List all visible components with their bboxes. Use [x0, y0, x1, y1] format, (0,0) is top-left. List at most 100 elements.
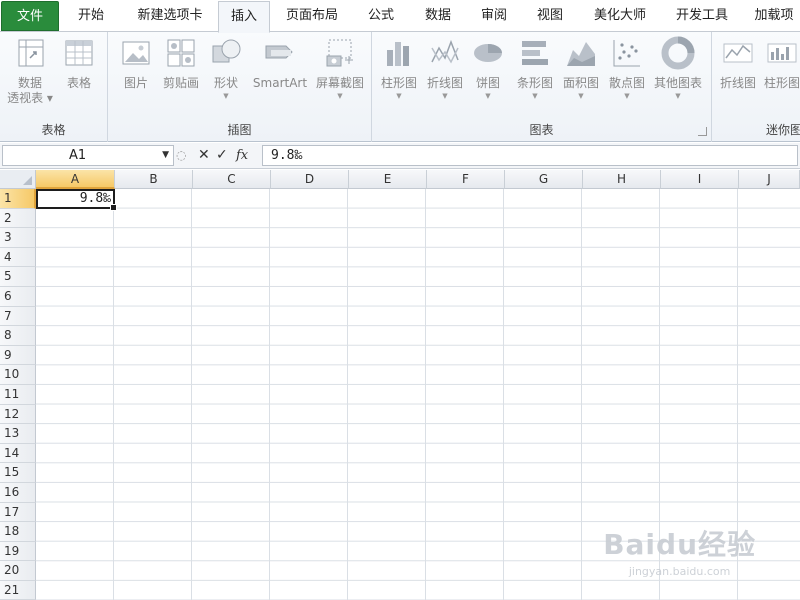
row-header-6[interactable]: 6: [0, 287, 36, 307]
table-button[interactable]: 表格: [56, 36, 102, 91]
clipart-button[interactable]: 剪贴画: [158, 36, 204, 91]
column-header-h[interactable]: H: [583, 170, 661, 189]
tab-page-layout[interactable]: 页面布局: [272, 0, 352, 32]
column-header-i[interactable]: I: [661, 170, 739, 189]
group-illustrations-label: 插图: [227, 123, 252, 137]
table-label: 表格: [66, 76, 91, 90]
column-header-c[interactable]: C: [193, 170, 271, 189]
row-header-5[interactable]: 5: [0, 267, 36, 287]
pie-chart-dropdown-icon: ▼: [485, 92, 491, 100]
row-header-10[interactable]: 10: [0, 365, 36, 385]
column-chart-dropdown-icon: ▼: [396, 92, 402, 100]
screenshot-dropdown-icon: ▼: [337, 92, 343, 100]
row-header-14[interactable]: 14: [0, 443, 36, 464]
formula-bar-resize-icon[interactable]: ◌: [176, 145, 186, 166]
tab-beautify[interactable]: 美化大师: [580, 0, 660, 32]
row-header-9[interactable]: 9: [0, 345, 36, 366]
pivot-table-icon: [18, 39, 44, 67]
row-header-17[interactable]: 17: [0, 502, 36, 523]
picture-icon: [122, 41, 150, 65]
pie-chart-button[interactable]: 饼图 ▼: [468, 36, 508, 101]
screenshot-button[interactable]: 屏幕截图 ▼: [312, 36, 368, 101]
enter-icon[interactable]: ✓: [216, 145, 228, 166]
area-chart-label: 面积图: [562, 76, 599, 90]
pivot-table-button[interactable]: 数据 透视表 ▾: [4, 36, 56, 106]
column-header-d[interactable]: D: [271, 170, 349, 189]
select-all-corner[interactable]: [0, 170, 36, 189]
clipart-label: 剪贴画: [162, 76, 199, 90]
row-header-3[interactable]: 3: [0, 228, 36, 248]
tab-review[interactable]: 审阅: [466, 0, 522, 32]
clipart-icon: [167, 39, 195, 67]
row-header-12[interactable]: 12: [0, 404, 36, 425]
row-header-13[interactable]: 13: [0, 424, 36, 444]
formula-input[interactable]: 9.8‰: [262, 145, 798, 166]
screenshot-label: 屏幕截图: [315, 76, 364, 90]
bar-chart-button[interactable]: 条形图 ▼: [512, 36, 558, 101]
area-chart-icon: [567, 42, 595, 66]
name-box-value: A1: [69, 148, 87, 163]
tab-home[interactable]: 开始: [60, 0, 122, 32]
row-header-2[interactable]: 2: [0, 208, 36, 229]
shapes-label: 形状: [213, 76, 238, 90]
cell-a1[interactable]: 9.8‰: [36, 189, 117, 211]
column-header-b[interactable]: B: [115, 170, 193, 189]
area-chart-button[interactable]: 面积图 ▼: [558, 36, 604, 101]
sparkline-line-icon: [723, 43, 753, 63]
row-header-19[interactable]: 19: [0, 541, 36, 562]
row-header-18[interactable]: 18: [0, 522, 36, 542]
tab-file[interactable]: 文件: [1, 1, 59, 31]
tab-formulas[interactable]: 公式: [352, 0, 410, 32]
screenshot-icon: [326, 39, 353, 67]
sparkline-column-button[interactable]: 柱形图: [760, 36, 800, 91]
insert-function-icon[interactable]: fx: [236, 145, 248, 166]
column-header-e[interactable]: E: [349, 170, 427, 189]
tab-data[interactable]: 数据: [410, 0, 466, 32]
name-box[interactable]: A1 ▼: [2, 145, 174, 166]
name-box-dropdown-icon[interactable]: ▼: [162, 146, 169, 165]
group-illustrations: 图片 剪贴画 形状 ▼ SmartArt 屏幕截图 ▼ 插图: [108, 32, 372, 142]
sparkline-line-button[interactable]: 折线图: [716, 36, 760, 91]
column-chart-button[interactable]: 柱形图 ▼: [376, 36, 422, 101]
row-header-21[interactable]: 21: [0, 581, 36, 600]
row-header-1[interactable]: 1: [0, 189, 36, 209]
row-header-11[interactable]: 11: [0, 385, 36, 405]
tab-new-tab[interactable]: 新建选项卡: [122, 0, 218, 32]
group-charts: 柱形图 ▼ 折线图 ▼ 饼图 ▼ 条形图 ▼ 面积图 ▼ 散点图 ▼ 其他图表 …: [372, 32, 712, 142]
picture-button[interactable]: 图片: [114, 36, 158, 91]
formula-bar: A1 ▼ ◌ ✕ ✓ fx 9.8‰: [0, 143, 800, 169]
line-chart-button[interactable]: 折线图 ▼: [422, 36, 468, 101]
line-chart-label: 折线图: [426, 76, 463, 90]
row-header-16[interactable]: 16: [0, 483, 36, 503]
smartart-label: SmartArt: [252, 76, 308, 90]
scatter-chart-label: 散点图: [608, 76, 645, 90]
smartart-button[interactable]: SmartArt: [248, 36, 312, 91]
group-charts-label: 图表: [529, 123, 554, 137]
tab-view[interactable]: 视图: [522, 0, 578, 32]
tab-developer[interactable]: 开发工具: [662, 0, 742, 32]
tab-insert[interactable]: 插入: [218, 1, 270, 33]
pivot-table-label-1: 数据: [17, 76, 42, 90]
picture-label: 图片: [123, 76, 148, 90]
row-header-7[interactable]: 7: [0, 306, 36, 327]
pie-chart-icon: [474, 44, 502, 62]
row-header-20[interactable]: 20: [0, 561, 36, 581]
shapes-icon: [212, 39, 241, 63]
column-header-j[interactable]: J: [739, 170, 800, 189]
group-tables: 数据 透视表 ▾ 表格 表格: [0, 32, 108, 142]
row-header-8[interactable]: 8: [0, 326, 36, 346]
sparkline-column-icon: [767, 43, 797, 63]
other-charts-button[interactable]: 其他图表 ▼: [650, 36, 706, 101]
column-header-g[interactable]: G: [505, 170, 583, 189]
column-header-a[interactable]: A: [36, 170, 115, 189]
tab-addins[interactable]: 加载项: [744, 0, 800, 32]
watermark-brand: Baidu经验: [603, 528, 756, 561]
row-header-4[interactable]: 4: [0, 247, 36, 268]
column-header-f[interactable]: F: [427, 170, 505, 189]
scatter-chart-button[interactable]: 散点图 ▼: [604, 36, 650, 101]
row-header-15[interactable]: 15: [0, 463, 36, 483]
other-charts-dropdown-icon: ▼: [675, 92, 681, 100]
shapes-button[interactable]: 形状 ▼: [204, 36, 248, 101]
scatter-chart-dropdown-icon: ▼: [624, 92, 630, 100]
cancel-icon[interactable]: ✕: [198, 145, 210, 166]
